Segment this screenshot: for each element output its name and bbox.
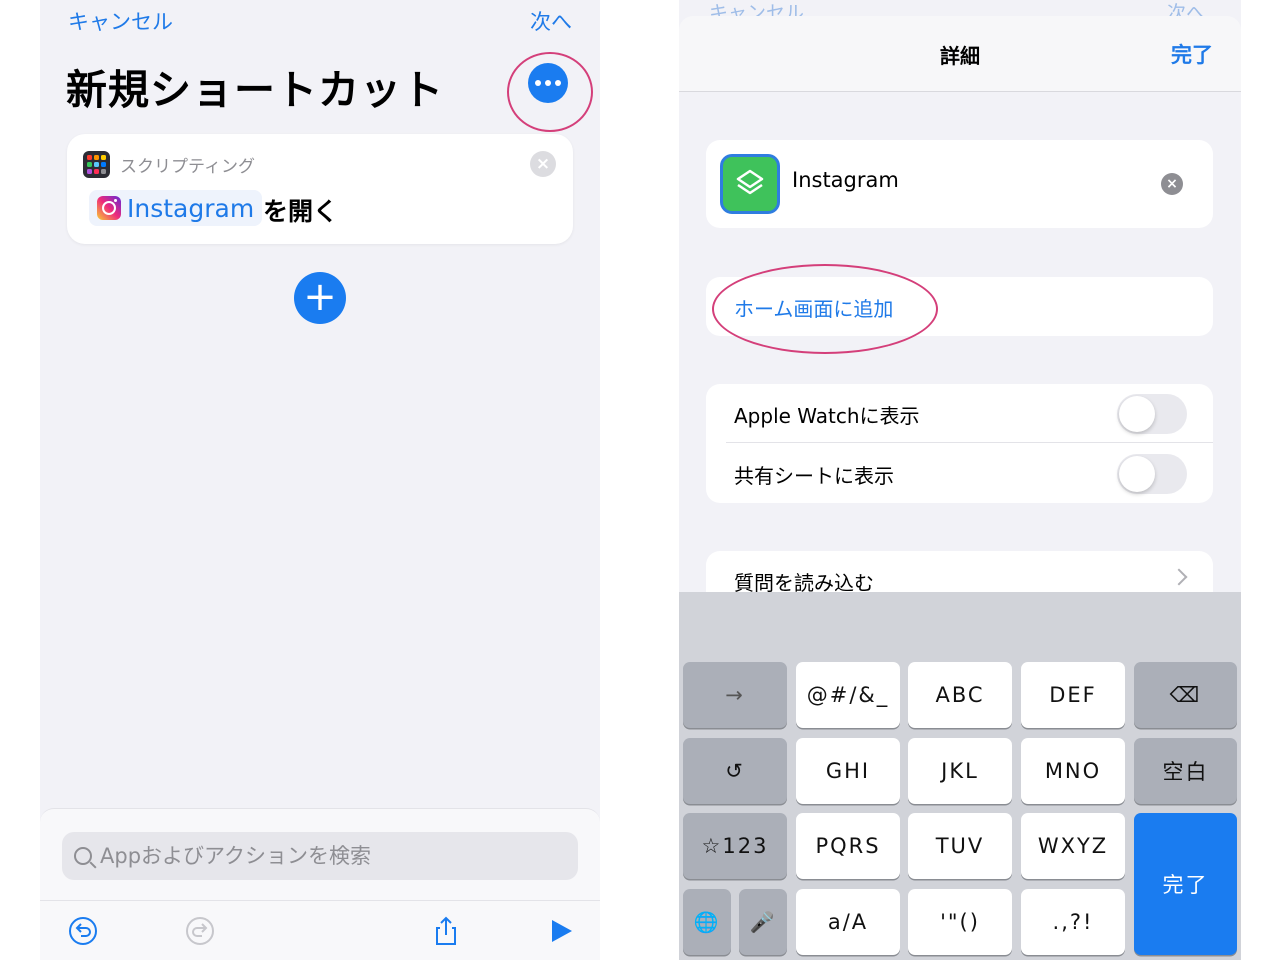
toggle-label: 共有シートに表示 xyxy=(734,464,894,488)
key-space[interactable]: 空白 xyxy=(1134,738,1237,804)
done-button[interactable]: 完了 xyxy=(1171,39,1213,69)
search-icon xyxy=(74,847,92,865)
undo-icon[interactable] xyxy=(67,915,99,947)
cancel-button[interactable]: キャンセル xyxy=(68,6,173,36)
toggle-knob xyxy=(1119,456,1155,492)
key-numbers[interactable]: ☆123 xyxy=(683,813,787,879)
app-parameter-token[interactable]: Instagram xyxy=(89,190,263,226)
shortcut-icon[interactable] xyxy=(720,154,780,214)
key-abc[interactable]: ABC xyxy=(908,662,1012,728)
key-arrow[interactable]: → xyxy=(683,662,787,728)
sheet-header: 詳細 完了 xyxy=(679,16,1241,92)
bottom-toolbar xyxy=(40,900,600,960)
key-pqrs[interactable]: PQRS xyxy=(796,813,900,879)
add-action-button[interactable]: + xyxy=(294,272,346,324)
undo-key-icon[interactable]: ↺ xyxy=(683,738,787,804)
shortcut-name-field[interactable] xyxy=(792,168,1132,192)
key-ghi[interactable]: GHI xyxy=(796,738,900,804)
sheet-title: 詳細 xyxy=(940,44,980,68)
keyboard-done-button[interactable]: 完了 xyxy=(1134,813,1237,955)
key-punctuation[interactable]: .,?! xyxy=(1021,889,1125,955)
toggle-row-share-sheet: 共有シートに表示 xyxy=(706,444,1213,503)
backspace-icon[interactable]: ⌫ xyxy=(1134,662,1237,728)
next-button[interactable]: 次へ xyxy=(530,6,572,36)
highlight-annotation xyxy=(712,264,938,354)
toggle-knob xyxy=(1119,396,1155,432)
key-mno[interactable]: MNO xyxy=(1021,738,1125,804)
key-quotes[interactable]: '"() xyxy=(908,889,1012,955)
share-sheet-toggle[interactable] xyxy=(1117,454,1187,494)
key-wxyz[interactable]: WXYZ xyxy=(1021,813,1125,879)
apple-watch-toggle[interactable] xyxy=(1117,394,1187,434)
toggle-label: Apple Watchに表示 xyxy=(734,404,920,428)
clear-name-button[interactable]: × xyxy=(1161,173,1183,195)
action-search-panel xyxy=(40,808,600,908)
action-card[interactable]: スクリプティング × Instagram を開く xyxy=(67,134,573,244)
redo-icon[interactable] xyxy=(184,915,216,947)
instagram-icon xyxy=(97,196,121,220)
search-box[interactable] xyxy=(62,832,578,880)
details-screen: キャンセル 次へ 詳細 完了 × ホーム画面に追加 Apple Watchに表示… xyxy=(679,0,1241,960)
shortcuts-layers-icon xyxy=(736,169,764,195)
chevron-right-icon xyxy=(1170,568,1188,586)
highlight-annotation xyxy=(507,52,593,132)
globe-icon[interactable]: 🌐 xyxy=(683,889,731,955)
key-tuv[interactable]: TUV xyxy=(908,813,1012,879)
remove-action-button[interactable]: × xyxy=(530,151,556,177)
action-verb: を開く xyxy=(263,197,339,226)
key-case-toggle[interactable]: a/A xyxy=(796,889,900,955)
share-icon[interactable] xyxy=(430,915,462,947)
toggle-row-apple-watch: Apple Watchに表示 xyxy=(726,384,1213,443)
key-symbols[interactable]: @#/&_ xyxy=(796,662,900,728)
app-parameter-label: Instagram xyxy=(127,193,255,223)
shortcut-name-group: × xyxy=(706,140,1213,228)
search-input[interactable] xyxy=(100,844,540,868)
key-def[interactable]: DEF xyxy=(1021,662,1125,728)
scripting-icon xyxy=(83,151,110,178)
keyboard: → @#/&_ ABC DEF ⌫ ↺ GHI JKL MNO 空白 ☆123 … xyxy=(679,592,1241,960)
key-jkl[interactable]: JKL xyxy=(908,738,1012,804)
play-icon[interactable] xyxy=(545,915,577,947)
new-shortcut-screen: キャンセル 次へ 新規ショートカット スクリプティング × Instagram … xyxy=(40,0,600,960)
microphone-icon[interactable]: 🎤 xyxy=(739,889,787,955)
action-category: スクリプティング xyxy=(120,157,255,177)
display-toggles-group: Apple Watchに表示 共有シートに表示 xyxy=(706,384,1213,503)
page-title: 新規ショートカット xyxy=(66,66,444,114)
